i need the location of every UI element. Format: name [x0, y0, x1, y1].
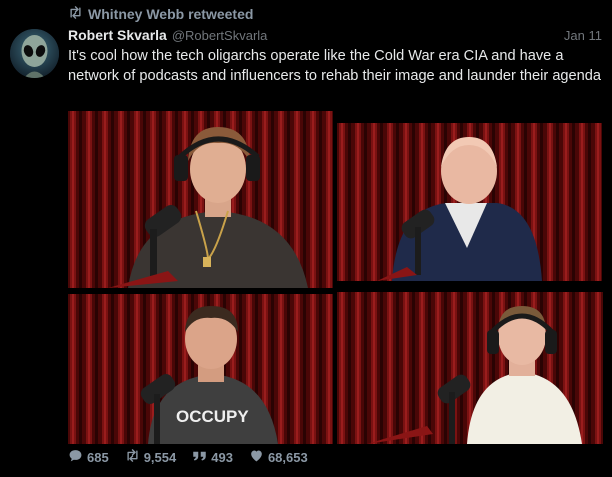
reply-count: 685	[87, 449, 109, 465]
tweet-actions: 685 9,554 493 68,653	[68, 449, 308, 465]
retweet-button[interactable]: 9,554	[125, 449, 177, 465]
media-grid[interactable]: OCCUPY	[68, 111, 603, 444]
author-handle[interactable]: @RobertSkvarla	[172, 28, 268, 43]
retweet-count: 9,554	[143, 449, 177, 465]
reply-button[interactable]: 685	[68, 449, 109, 465]
podcast-photo-1[interactable]	[68, 111, 333, 288]
shirt-text: OCCUPY	[176, 407, 249, 426]
podcast-photo-4[interactable]	[337, 292, 603, 444]
like-button[interactable]: 68,653	[249, 449, 308, 465]
like-count: 68,653	[267, 449, 308, 465]
author-name[interactable]: Robert Skvarla	[68, 27, 167, 43]
tweet-header: Robert Skvarla @RobertSkvarla Jan 11	[68, 27, 602, 43]
retweet-icon	[68, 6, 83, 22]
tweet-card[interactable]: Whitney Webb retweeted Robert Skvarla @R…	[0, 0, 612, 477]
quote-count: 493	[211, 449, 233, 465]
retweet-indicator[interactable]: Whitney Webb retweeted	[68, 6, 253, 22]
quote-button[interactable]: 493	[192, 449, 233, 465]
retweet-count-icon	[125, 449, 140, 465]
quote-icon	[192, 449, 207, 465]
heart-icon	[249, 449, 264, 465]
reply-icon	[68, 449, 83, 465]
podcast-photo-3[interactable]: OCCUPY	[68, 294, 333, 444]
avatar[interactable]	[10, 29, 59, 78]
tweet-text: It's cool how the tech oligarchs operate…	[68, 48, 602, 84]
podcast-photo-2[interactable]	[337, 123, 602, 281]
tweet-date[interactable]: Jan 11	[564, 28, 602, 43]
retweeted-by-label: Whitney Webb retweeted	[88, 6, 254, 22]
